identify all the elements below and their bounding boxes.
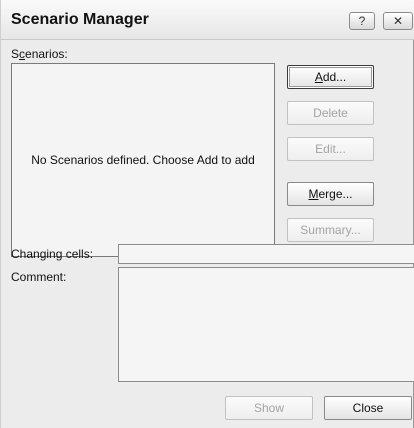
window-title: Scenario Manager <box>11 11 149 28</box>
show-button[interactable]: Show <box>225 396 313 420</box>
delete-button[interactable]: Delete <box>287 101 374 125</box>
changing-cells-field[interactable] <box>118 244 414 264</box>
empty-scenarios-message: No Scenarios defined. Choose Add to add <box>31 153 255 167</box>
edit-button[interactable]: Edit... <box>287 137 374 161</box>
summary-button[interactable]: Summary... <box>287 218 374 242</box>
comment-field[interactable] <box>118 267 414 382</box>
close-window-button[interactable]: ✕ <box>383 12 413 30</box>
close-icon: ✕ <box>392 14 404 28</box>
close-button[interactable]: Close <box>324 396 412 420</box>
merge-button[interactable]: Merge... <box>287 182 374 206</box>
help-button[interactable]: ? <box>349 12 375 30</box>
help-icon: ? <box>358 14 366 28</box>
changing-cells-label: Changing cells: <box>11 247 94 261</box>
scenarios-listbox[interactable]: No Scenarios defined. Choose Add to add <box>11 63 275 257</box>
comment-label: Comment: <box>11 270 67 284</box>
scenarios-label: Scenarios: <box>11 47 68 61</box>
add-button[interactable]: Add... <box>287 65 374 89</box>
scenario-manager-dialog: Scenario Manager ? ✕ Scenarios: No Scena… <box>0 0 414 428</box>
title-bar: Scenario Manager ? ✕ <box>1 0 414 40</box>
